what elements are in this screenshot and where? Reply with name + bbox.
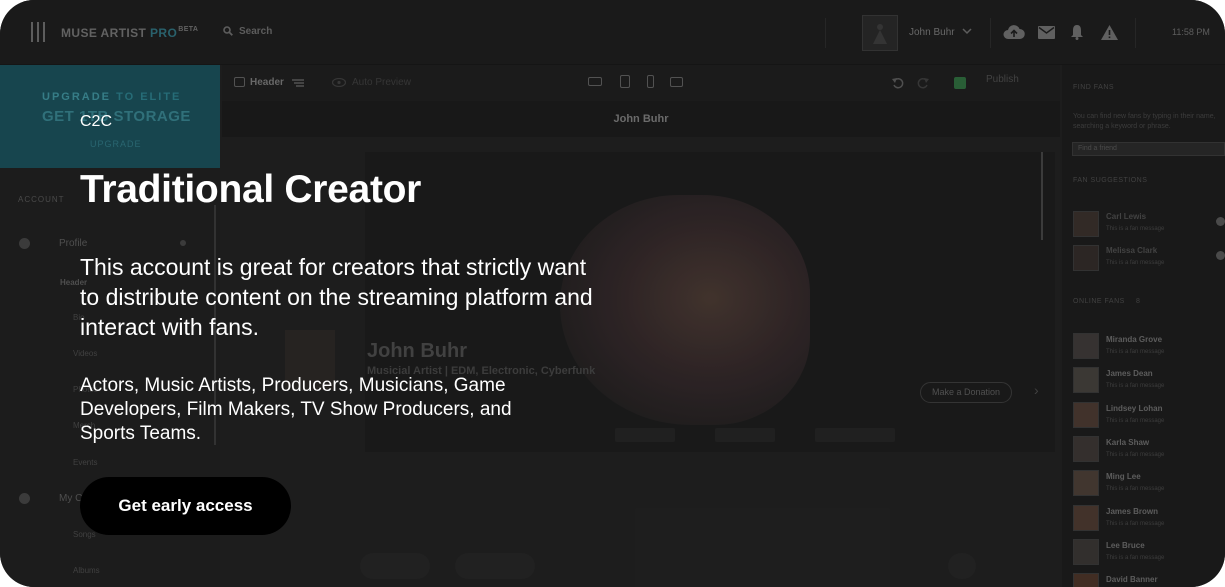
plan-title: Traditional Creator <box>80 168 422 211</box>
plan-description: This account is great for creators that … <box>80 254 593 340</box>
plan-code-label: C2C <box>80 113 113 130</box>
app-window: MUSE ARTIST PROBETA Search John Buhr 11:… <box>0 0 1225 587</box>
plan-audience: Actors, Music Artists, Producers, Musici… <box>80 375 512 444</box>
get-early-access-button[interactable]: Get early access <box>80 477 291 535</box>
